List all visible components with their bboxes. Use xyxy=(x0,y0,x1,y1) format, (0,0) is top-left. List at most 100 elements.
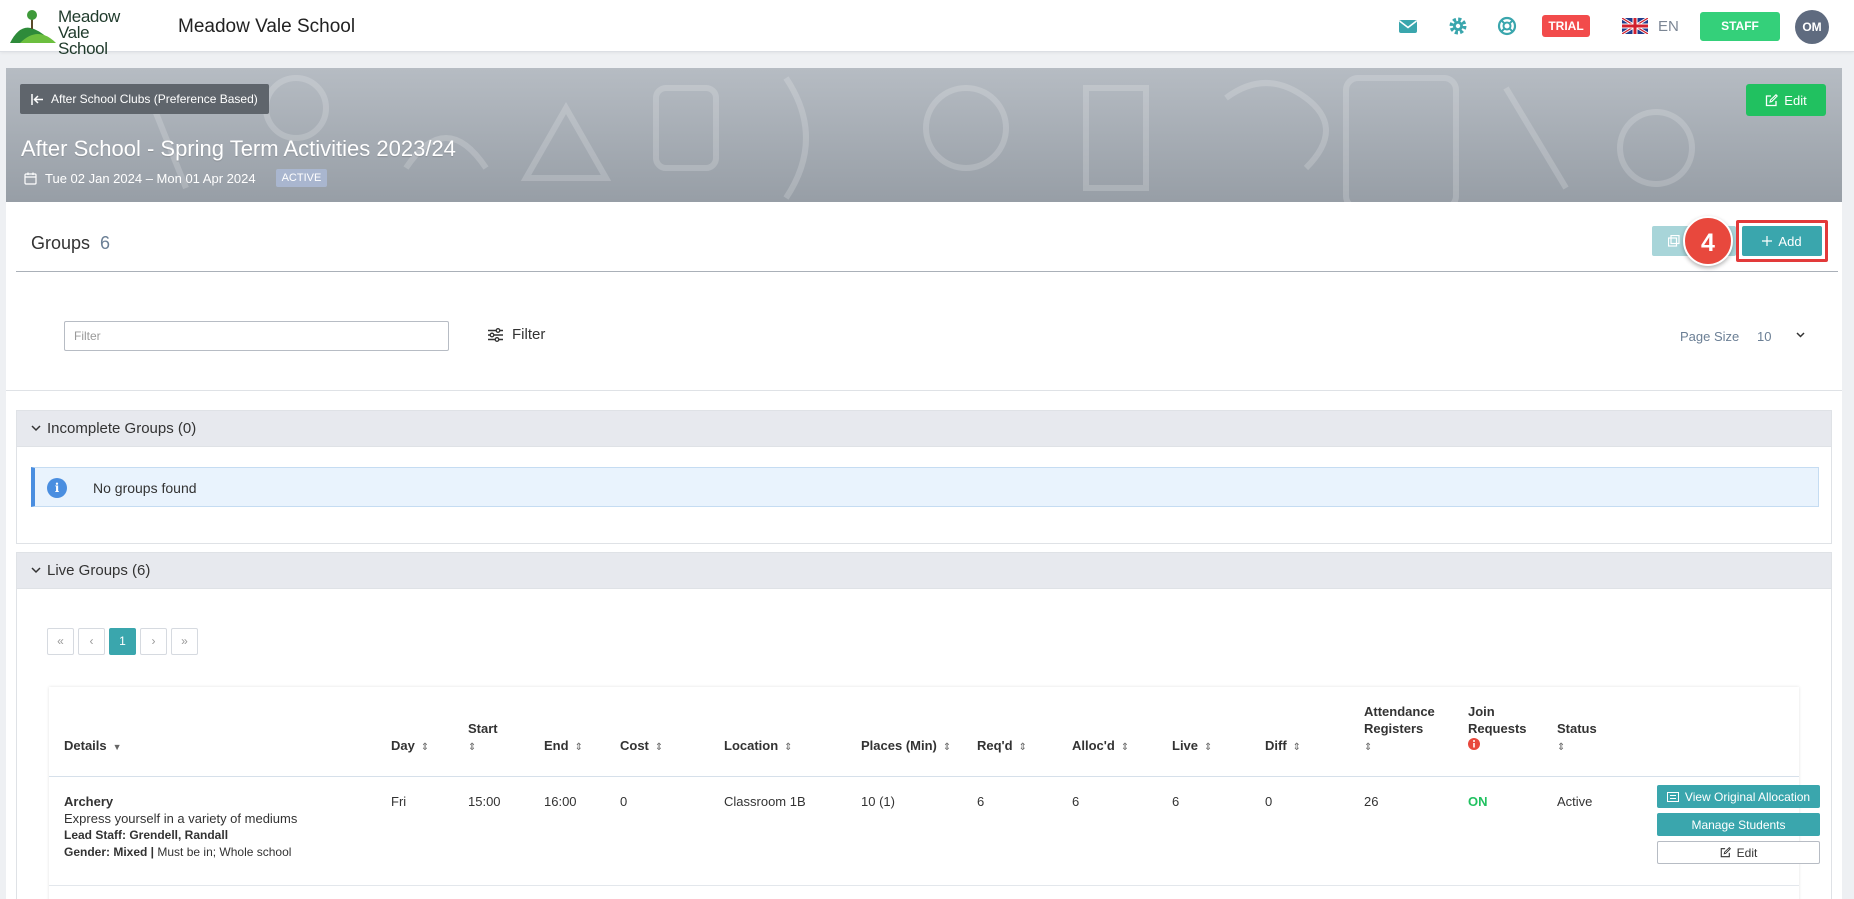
view-allocation-label: View Original Allocation xyxy=(1684,789,1811,804)
row-divider xyxy=(49,885,1799,886)
col-places-header[interactable]: Places (Min) ⇕ xyxy=(861,737,951,756)
page-size-select[interactable]: 10 xyxy=(1757,329,1771,344)
add-group-button[interactable]: Add xyxy=(1742,226,1822,256)
groups-heading: Groups 6 xyxy=(31,233,110,254)
incomplete-groups-section: Incomplete Groups (0) i No groups found xyxy=(16,410,1832,544)
edit-activity-button[interactable]: Edit xyxy=(1746,84,1826,116)
back-to-club-button[interactable]: After School Clubs (Preference Based) xyxy=(20,84,269,114)
col-cost-label: Cost xyxy=(620,738,649,753)
group-lead-staff: Lead Staff: Grendell, Randall xyxy=(64,828,229,842)
back-arrow-icon xyxy=(31,93,43,105)
sliders-icon xyxy=(488,327,503,342)
activity-date-range: Tue 02 Jan 2024 – Mon 01 Apr 2024 ACTIVE xyxy=(24,169,328,187)
uk-flag-icon[interactable] xyxy=(1622,18,1648,34)
manage-students-button[interactable]: Manage Students xyxy=(1657,813,1820,836)
col-cost-header[interactable]: Cost ⇕ xyxy=(620,737,663,756)
top-bar: Meadow Vale School Meadow Vale School TR… xyxy=(0,0,1854,57)
filter-input[interactable] xyxy=(64,321,449,351)
header-divider xyxy=(16,271,1838,272)
user-avatar[interactable]: OM xyxy=(1795,10,1829,44)
school-logo[interactable]: Meadow Vale School xyxy=(10,8,140,57)
page-prev-button[interactable]: ‹ xyxy=(78,628,105,655)
activity-title: After School - Spring Term Activities 20… xyxy=(21,136,456,161)
add-button-label: Add xyxy=(1778,233,1802,249)
page-next-button[interactable]: › xyxy=(140,628,167,655)
table-header-divider xyxy=(49,776,1799,777)
calendar-icon xyxy=(24,172,37,185)
sort-icon: ⇕ xyxy=(654,742,664,753)
col-join-requests-header[interactable]: Join Requests xyxy=(1468,703,1527,754)
col-reqd-label: Req'd xyxy=(977,738,1013,753)
activity-header: After School Clubs (Preference Based) Af… xyxy=(6,68,1842,202)
sort-icon: ⇕ xyxy=(420,742,430,753)
col-day-header[interactable]: Day ⇕ xyxy=(391,737,429,756)
pagination: « ‹ 1 › » xyxy=(47,628,198,655)
live-groups-header[interactable]: Live Groups (6) xyxy=(17,553,1831,589)
filter-options-button[interactable]: Filter xyxy=(488,326,545,343)
col-attendance-header[interactable]: Attendance Registers ⇕ xyxy=(1364,703,1435,756)
group-start: 15:00 xyxy=(468,794,501,809)
logo-line-2: Vale School xyxy=(58,23,108,58)
sort-icon: ⇕ xyxy=(784,742,793,753)
col-start-label: Start xyxy=(468,721,498,736)
sort-desc-icon: ▼ xyxy=(112,742,122,752)
col-location-label: Location xyxy=(724,738,779,753)
group-live: 6 xyxy=(1172,794,1180,809)
col-diff-header[interactable]: Diff ⇕ xyxy=(1265,737,1301,756)
group-name[interactable]: Archery xyxy=(64,794,113,809)
chevron-down-icon xyxy=(31,567,41,574)
edit-activity-label: Edit xyxy=(1784,92,1807,108)
help-lifebuoy-icon[interactable] xyxy=(1497,16,1517,36)
group-allocd: 6 xyxy=(1072,794,1080,809)
gear-icon[interactable] xyxy=(1448,16,1468,36)
col-allocd-label: Alloc'd xyxy=(1072,738,1115,753)
col-reqd-header[interactable]: Req'd ⇕ xyxy=(977,737,1027,756)
col-places-label: Places (Min) xyxy=(861,738,937,753)
page-last-button[interactable]: » xyxy=(171,628,198,655)
col-diff-label: Diff xyxy=(1265,738,1287,753)
col-end-label: End xyxy=(544,738,569,753)
step-number-callout: 4 xyxy=(1683,216,1733,266)
col-allocd-header[interactable]: Alloc'd ⇕ xyxy=(1072,737,1129,756)
col-details-label: Details xyxy=(64,738,107,753)
page-first-button[interactable]: « xyxy=(47,628,74,655)
group-day: Fri xyxy=(391,794,407,809)
col-details-header[interactable]: Details ▼ xyxy=(64,737,122,756)
page-1-button[interactable]: 1 xyxy=(109,628,136,655)
filter-divider xyxy=(6,390,1842,391)
group-description: Express yourself in a variety of mediums xyxy=(64,811,298,826)
live-groups-title: Live Groups (6) xyxy=(47,562,151,579)
trial-badge[interactable]: TRIAL xyxy=(1542,15,1590,37)
col-location-header[interactable]: Location ⇕ xyxy=(724,737,793,756)
alert-info-icon[interactable] xyxy=(1468,738,1480,750)
no-groups-message: No groups found xyxy=(93,480,197,496)
group-restrictions: Must be in; Whole school xyxy=(154,845,292,859)
sort-icon: ⇕ xyxy=(1557,742,1566,753)
incomplete-groups-title: Incomplete Groups (0) xyxy=(47,420,197,437)
col-live-header[interactable]: Live ⇕ xyxy=(1172,737,1212,756)
live-groups-section: Live Groups (6) « ‹ 1 › » Details ▼ Day ⇕ … xyxy=(16,552,1832,899)
join-requests-toggle[interactable]: ON xyxy=(1468,793,1488,810)
staff-button[interactable]: STAFF xyxy=(1700,12,1780,41)
col-end-header[interactable]: End ⇕ xyxy=(544,737,583,756)
sort-icon: ⇕ xyxy=(1292,742,1302,753)
chevron-down-icon xyxy=(31,425,41,432)
group-diff: 0 xyxy=(1265,794,1273,809)
groups-title: Groups xyxy=(31,233,91,253)
edit-group-button[interactable]: Edit xyxy=(1657,841,1820,864)
live-groups-table: Details ▼ Day ⇕ Start ⇕ End ⇕ Cost ⇕ Location… xyxy=(49,687,1820,899)
incomplete-groups-header[interactable]: Incomplete Groups (0) xyxy=(17,411,1831,447)
sort-icon: ⇕ xyxy=(942,742,952,753)
chevron-down-icon[interactable] xyxy=(1796,332,1805,338)
group-attendance: 26 xyxy=(1364,794,1379,809)
col-live-label: Live xyxy=(1172,738,1199,753)
col-status-header[interactable]: Status ⇕ xyxy=(1557,720,1597,756)
sort-icon: ⇕ xyxy=(574,742,583,753)
col-start-header[interactable]: Start ⇕ xyxy=(468,720,498,756)
mail-icon[interactable] xyxy=(1398,16,1418,36)
view-original-allocation-button[interactable]: View Original Allocation xyxy=(1657,785,1820,808)
group-cost: 0 xyxy=(620,794,628,809)
sort-icon: ⇕ xyxy=(468,742,477,753)
language-selector[interactable]: EN xyxy=(1658,18,1679,35)
groups-count: 6 xyxy=(100,233,111,253)
